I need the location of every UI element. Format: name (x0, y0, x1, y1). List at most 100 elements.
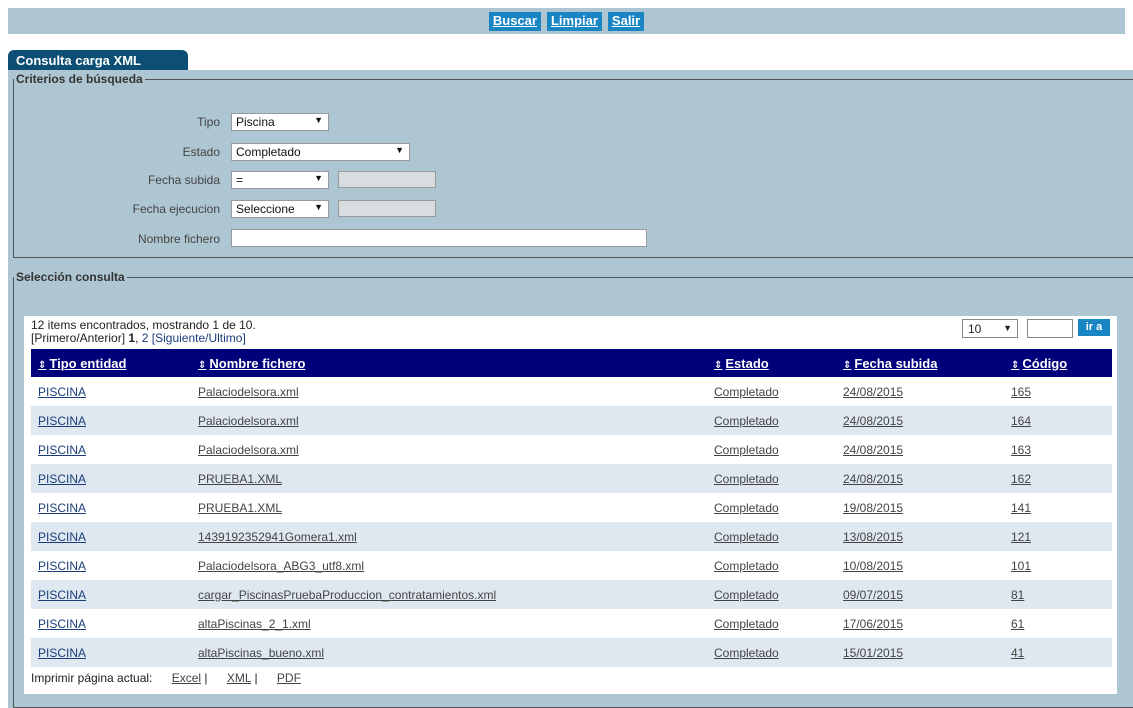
nombre-fichero-input[interactable] (231, 229, 647, 247)
cell-fecha-subida-link[interactable]: 10/08/2015 (843, 559, 903, 573)
pager-page-2-link[interactable]: 2 (142, 331, 149, 345)
cell-codigo-link[interactable]: 162 (1011, 472, 1031, 486)
cell-nombre-fichero-link[interactable]: cargar_PiscinasPruebaProduccion_contrata… (198, 588, 496, 602)
sort-icon: ⇕ (198, 359, 207, 371)
cell-fecha-subida-link[interactable]: 13/08/2015 (843, 530, 903, 544)
cell-nombre-fichero-link[interactable]: Palaciodelsora_ABG3_utf8.xml (198, 559, 364, 573)
fecha-ejecucion-label: Fecha ejecucion (132, 202, 220, 216)
page-size-select[interactable]: 10 ▼ (962, 319, 1018, 338)
cell-codigo-link[interactable]: 121 (1011, 530, 1031, 544)
limpiar-button[interactable]: Limpiar (546, 11, 602, 31)
selection-legend: Selección consulta (16, 270, 125, 284)
export-pdf-link[interactable]: PDF (277, 671, 301, 685)
cell-fecha-subida-link[interactable]: 24/08/2015 (843, 414, 903, 428)
cell-estado-link[interactable]: Completado (714, 530, 779, 544)
cell-codigo-link[interactable]: 165 (1011, 385, 1031, 399)
cell-nombre-fichero-link[interactable]: altaPiscinas_2_1.xml (198, 617, 311, 631)
estado-select-value: Completado (236, 145, 301, 159)
cell-nombre-fichero-link[interactable]: Palaciodelsora.xml (198, 443, 299, 457)
cell-estado-link[interactable]: Completado (714, 559, 779, 573)
fecha-ejecucion-operator-select[interactable]: Seleccione ▼ (231, 200, 329, 218)
cell-estado-link[interactable]: Completado (714, 443, 779, 457)
tipo-select[interactable]: Piscina ▼ (231, 113, 329, 131)
cell-nombre-fichero-link[interactable]: PRUEBA1.XML (198, 472, 282, 486)
cell-tipo-entidad-link[interactable]: PISCINA (38, 385, 86, 399)
cell-tipo-entidad-link[interactable]: PISCINA (38, 617, 86, 631)
pager-next-last-link[interactable]: [Siguiente/Ultimo] (152, 331, 246, 345)
cell-estado-link[interactable]: Completado (714, 501, 779, 515)
cell-tipo-entidad-link[interactable]: PISCINA (38, 588, 86, 602)
cell-nombre-fichero-link[interactable]: Palaciodelsora.xml (198, 385, 299, 399)
cell-codigo: 41 (1004, 638, 1112, 667)
export-xml-link[interactable]: XML (227, 671, 251, 685)
cell-tipo-entidad-link[interactable]: PISCINA (38, 501, 86, 515)
cell-estado-link[interactable]: Completado (714, 617, 779, 631)
chevron-down-icon: ▼ (314, 202, 323, 212)
cell-estado-link[interactable]: Completado (714, 414, 779, 428)
cell-tipo-entidad: PISCINA (31, 609, 191, 638)
cell-fecha-subida-link[interactable]: 17/06/2015 (843, 617, 903, 631)
export-excel-link[interactable]: Excel (172, 671, 201, 685)
cell-tipo-entidad: PISCINA (31, 580, 191, 609)
sort-icon: ⇕ (1011, 359, 1020, 371)
cell-fecha-subida: 24/08/2015 (836, 377, 1004, 406)
cell-nombre-fichero: PRUEBA1.XML (191, 493, 707, 522)
cell-tipo-entidad-link[interactable]: PISCINA (38, 646, 86, 660)
cell-tipo-entidad-link[interactable]: PISCINA (38, 530, 86, 544)
cell-nombre-fichero: Palaciodelsora.xml (191, 406, 707, 435)
cell-estado-link[interactable]: Completado (714, 472, 779, 486)
cell-codigo-link[interactable]: 61 (1011, 617, 1024, 631)
cell-codigo: 164 (1004, 406, 1112, 435)
cell-fecha-subida-link[interactable]: 19/08/2015 (843, 501, 903, 515)
cell-codigo-link[interactable]: 101 (1011, 559, 1031, 573)
column-header-label: Código (1022, 355, 1068, 371)
cell-codigo-link[interactable]: 41 (1011, 646, 1024, 660)
column-header-nombre-fichero[interactable]: ⇕ Nombre fichero (191, 349, 707, 377)
column-header-estado[interactable]: ⇕ Estado (707, 349, 836, 377)
cell-fecha-subida-link[interactable]: 15/01/2015 (843, 646, 903, 660)
column-header-codigo[interactable]: ⇕ Código (1004, 349, 1112, 377)
cell-nombre-fichero-link[interactable]: altaPiscinas_bueno.xml (198, 646, 324, 660)
cell-codigo: 162 (1004, 464, 1112, 493)
cell-nombre-fichero: 1439192352941Gomera1.xml (191, 522, 707, 551)
cell-tipo-entidad-link[interactable]: PISCINA (38, 472, 86, 486)
cell-codigo-link[interactable]: 81 (1011, 588, 1024, 602)
buscar-button[interactable]: Buscar (488, 11, 541, 31)
cell-estado-link[interactable]: Completado (714, 385, 779, 399)
cell-estado-link[interactable]: Completado (714, 646, 779, 660)
table-row: PISCINA 1439192352941Gomera1.xml Completad… (31, 522, 1112, 551)
salir-button[interactable]: Salir (607, 11, 645, 31)
chevron-down-icon: ▼ (314, 173, 323, 183)
cell-nombre-fichero-link[interactable]: 1439192352941Gomera1.xml (198, 530, 357, 544)
cell-tipo-entidad-link[interactable]: PISCINA (38, 414, 86, 428)
goto-page-input[interactable] (1027, 319, 1073, 338)
estado-select[interactable]: Completado ▼ (231, 143, 410, 161)
cell-estado: Completado (707, 435, 836, 464)
cell-fecha-subida-link[interactable]: 24/08/2015 (843, 443, 903, 457)
cell-tipo-entidad-link[interactable]: PISCINA (38, 443, 86, 457)
tab-consulta-carga-xml[interactable]: Consulta carga XML (8, 50, 188, 71)
cell-fecha-subida-link[interactable]: 09/07/2015 (843, 588, 903, 602)
cell-nombre-fichero-link[interactable]: Palaciodelsora.xml (198, 414, 299, 428)
results-table: ⇕ Tipo entidad ⇕ Nombre fichero ⇕ Estado ⇕ F… (31, 349, 1112, 667)
cell-nombre-fichero: PRUEBA1.XML (191, 464, 707, 493)
cell-estado: Completado (707, 464, 836, 493)
cell-fecha-subida: 19/08/2015 (836, 493, 1004, 522)
column-header-tipo-entidad[interactable]: ⇕ Tipo entidad (31, 349, 191, 377)
cell-nombre-fichero-link[interactable]: PRUEBA1.XML (198, 501, 282, 515)
cell-fecha-subida: 10/08/2015 (836, 551, 1004, 580)
column-header-fecha-subida[interactable]: ⇕ Fecha subida (836, 349, 1004, 377)
results-info: 12 items encontrados, mostrando 1 de 10.… (31, 319, 256, 345)
cell-nombre-fichero: cargar_PiscinasPruebaProduccion_contrata… (191, 580, 707, 609)
cell-codigo-link[interactable]: 164 (1011, 414, 1031, 428)
fecha-subida-operator-select[interactable]: = ▼ (231, 171, 329, 189)
cell-estado-link[interactable]: Completado (714, 588, 779, 602)
goto-page-button[interactable]: ir a (1078, 319, 1110, 336)
cell-fecha-subida-link[interactable]: 24/08/2015 (843, 472, 903, 486)
cell-codigo-link[interactable]: 163 (1011, 443, 1031, 457)
cell-fecha-subida-link[interactable]: 24/08/2015 (843, 385, 903, 399)
cell-codigo-link[interactable]: 141 (1011, 501, 1031, 515)
cell-tipo-entidad-link[interactable]: PISCINA (38, 559, 86, 573)
chevron-down-icon: ▼ (1003, 323, 1012, 333)
cell-codigo: 101 (1004, 551, 1112, 580)
